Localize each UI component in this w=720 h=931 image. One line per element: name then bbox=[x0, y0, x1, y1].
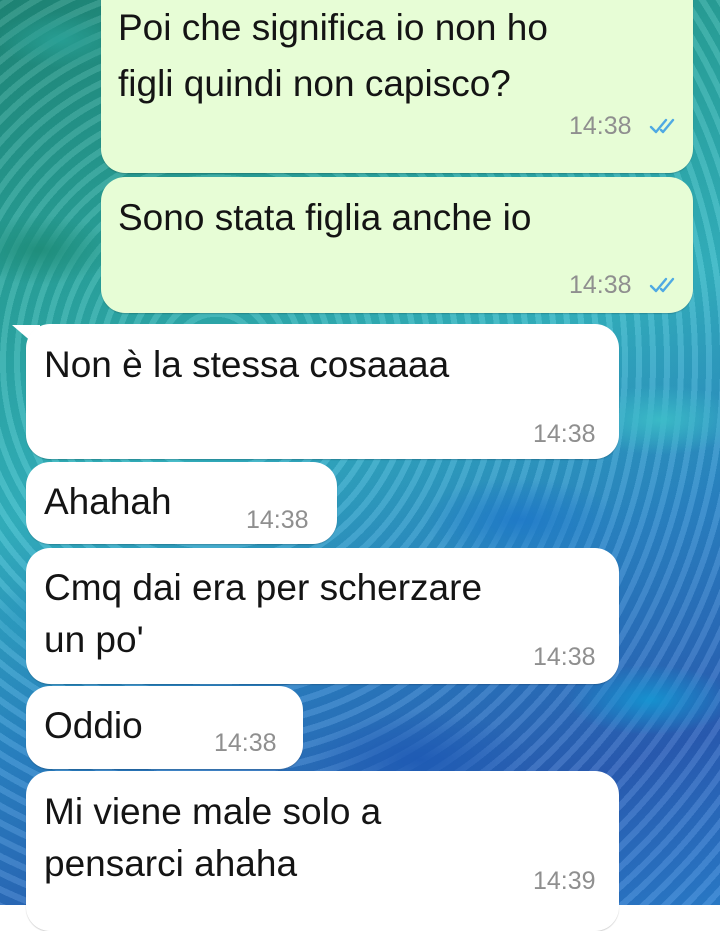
message-bubble-outgoing[interactable]: Sono stata figlia anche io 14:38 bbox=[101, 177, 693, 313]
message-bubble-incoming[interactable]: Cmq dai era per scherzare un po' 14:38 bbox=[26, 548, 619, 684]
message-timestamp: 14:38 bbox=[214, 729, 277, 757]
double-check-icon bbox=[649, 277, 675, 293]
message-bubble-incoming[interactable]: Mi viene male solo a pensarci ahaha 14:3… bbox=[26, 771, 619, 931]
message-timestamp: 14:38 bbox=[569, 271, 632, 299]
message-bubble-outgoing[interactable]: Poi che significa io non ho figli quindi… bbox=[101, 0, 693, 173]
message-text: figli quindi non capisco? bbox=[118, 63, 511, 104]
message-timestamp: 14:39 bbox=[533, 867, 596, 895]
message-timestamp: 14:38 bbox=[246, 506, 309, 534]
message-timestamp: 14:38 bbox=[533, 420, 596, 448]
message-text: Cmq dai era per scherzare bbox=[44, 567, 483, 608]
message-text: Ahahah bbox=[44, 481, 172, 522]
message-bubble-incoming[interactable]: Ahahah 14:38 bbox=[26, 462, 337, 544]
message-text: pensarci ahaha bbox=[44, 843, 298, 884]
message-text: Poi che significa io non ho bbox=[118, 7, 548, 48]
message-bubble-incoming[interactable]: Oddio 14:38 bbox=[26, 686, 303, 769]
message-text: Oddio bbox=[44, 705, 143, 746]
message-text: Mi viene male solo a bbox=[44, 791, 382, 832]
message-text: Sono stata figlia anche io bbox=[118, 197, 532, 238]
message-timestamp: 14:38 bbox=[533, 643, 596, 671]
message-bubble-incoming[interactable]: Non è la stessa cosaaaa 14:38 bbox=[26, 324, 619, 459]
double-check-icon bbox=[649, 118, 675, 134]
message-text: un po' bbox=[44, 619, 144, 660]
message-timestamp: 14:38 bbox=[569, 112, 632, 140]
message-text: Non è la stessa cosaaaa bbox=[44, 344, 450, 385]
